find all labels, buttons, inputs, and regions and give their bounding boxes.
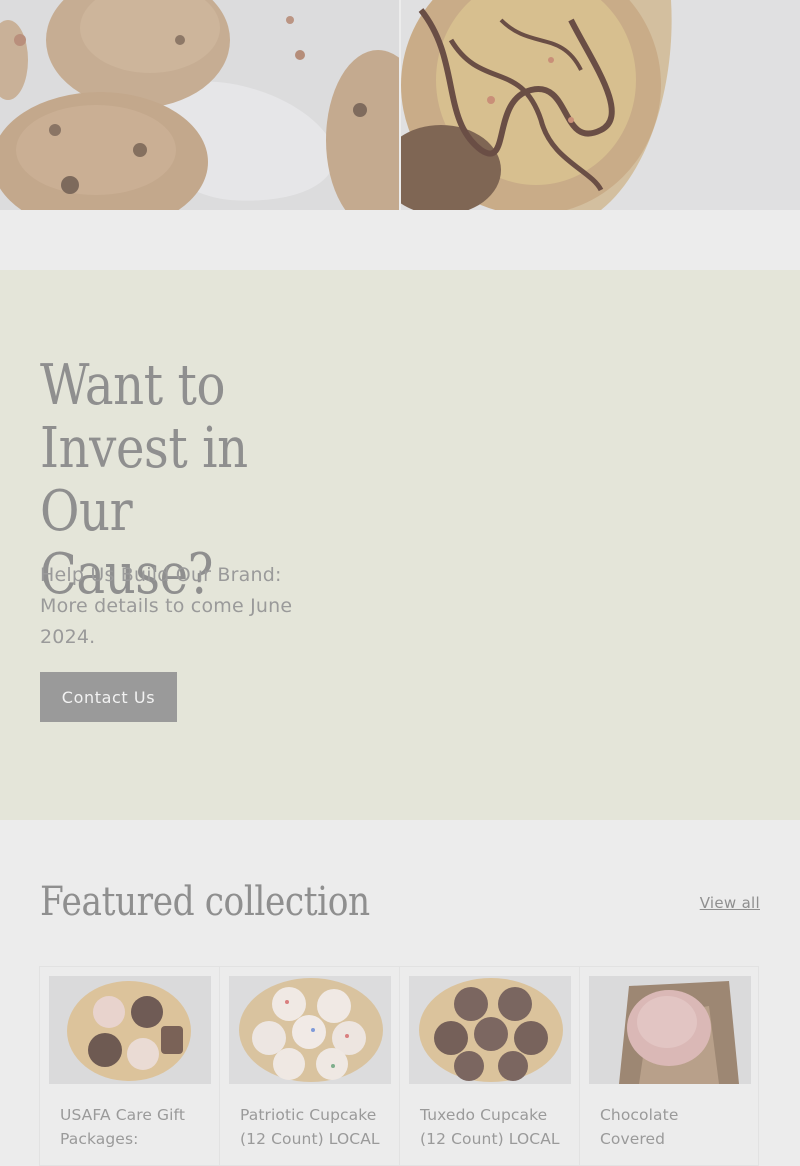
product-title: USAFA Care Gift Packages: (60, 1106, 185, 1148)
blondie-photo (401, 0, 800, 210)
invest-description: Help Us Build Our Brand: More details to… (40, 564, 293, 648)
product-title: Patriotic Cupcake (12 Count) LOCAL (240, 1106, 380, 1148)
product-card[interactable]: USAFA Care Gift Packages: (39, 966, 219, 1166)
product-card[interactable]: Tuxedo Cupcake (12 Count) LOCAL (399, 966, 579, 1166)
product-image (49, 976, 211, 1084)
image-strip (0, 0, 800, 210)
product-image (409, 976, 571, 1084)
product-title: Tuxedo Cupcake (12 Count) LOCAL (420, 1106, 560, 1148)
product-grid: USAFA Care Gift Packages: Patriotic Cupc… (39, 966, 761, 1166)
contact-us-button[interactable]: Contact Us (40, 672, 177, 722)
view-all-link[interactable]: View all (700, 894, 760, 912)
product-card[interactable]: Patriotic Cupcake (12 Count) LOCAL (219, 966, 399, 1166)
product-card[interactable]: Chocolate Covered (579, 966, 759, 1166)
cookies-photo (0, 0, 399, 210)
product-title: Chocolate Covered (600, 1106, 679, 1148)
invest-section: Want to Invest in Our Cause? Help Us Bui… (0, 270, 800, 820)
featured-collection-heading: Featured collection (40, 879, 370, 925)
product-image (589, 976, 751, 1084)
product-image (229, 976, 391, 1084)
